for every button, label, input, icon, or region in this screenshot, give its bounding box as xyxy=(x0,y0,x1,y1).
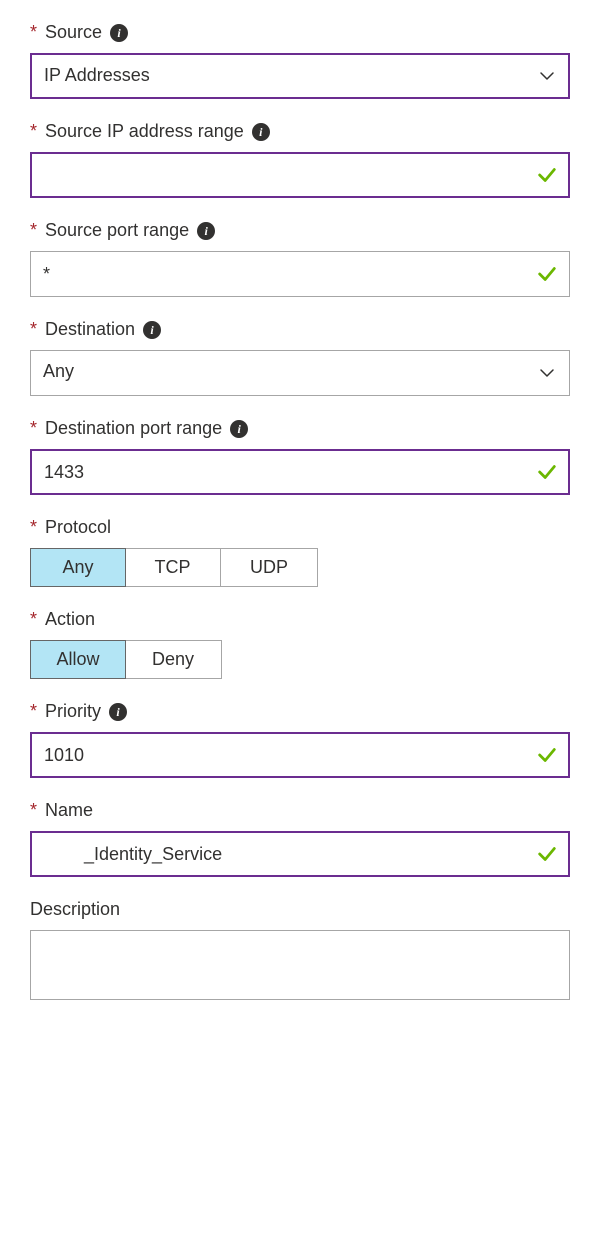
required-indicator: * xyxy=(30,609,37,630)
required-indicator: * xyxy=(30,418,37,439)
label-row: * Priority i xyxy=(30,701,570,722)
label-row: * Source i xyxy=(30,22,570,43)
field-destination-port-range: * Destination port range i xyxy=(30,418,570,495)
label-action: Action xyxy=(45,609,95,630)
required-indicator: * xyxy=(30,319,37,340)
protocol-option-tcp[interactable]: TCP xyxy=(125,549,221,586)
label-source-port-range: Source port range xyxy=(45,220,189,241)
label-name: Name xyxy=(45,800,93,821)
info-icon[interactable]: i xyxy=(109,703,127,721)
action-option-allow[interactable]: Allow xyxy=(30,640,126,679)
label-source-ip-range: Source IP address range xyxy=(45,121,244,142)
info-icon[interactable]: i xyxy=(252,123,270,141)
name-wrapper xyxy=(30,831,570,877)
destination-select-value: Any xyxy=(43,361,74,381)
protocol-option-udp[interactable]: UDP xyxy=(221,549,317,586)
field-protocol: * Protocol Any TCP UDP xyxy=(30,517,570,587)
priority-wrapper xyxy=(30,732,570,778)
label-row: * Destination i xyxy=(30,319,570,340)
label-row: * Destination port range i xyxy=(30,418,570,439)
field-source-port-range: * Source port range i xyxy=(30,220,570,297)
label-description: Description xyxy=(30,899,120,920)
required-indicator: * xyxy=(30,220,37,241)
description-input[interactable] xyxy=(30,930,570,1000)
source-select-value: IP Addresses xyxy=(44,65,150,85)
label-row: * Name xyxy=(30,800,570,821)
field-priority: * Priority i xyxy=(30,701,570,778)
label-priority: Priority xyxy=(45,701,101,722)
priority-input[interactable] xyxy=(30,732,570,778)
label-destination: Destination xyxy=(45,319,135,340)
source-select[interactable]: IP Addresses xyxy=(30,53,570,99)
name-input[interactable] xyxy=(30,831,570,877)
label-row: * Action xyxy=(30,609,570,630)
source-port-range-wrapper xyxy=(30,251,570,297)
required-indicator: * xyxy=(30,22,37,43)
action-option-deny[interactable]: Deny xyxy=(125,641,221,678)
required-indicator: * xyxy=(30,121,37,142)
source-port-range-input[interactable] xyxy=(30,251,570,297)
label-row: Description xyxy=(30,899,570,920)
destination-port-range-wrapper xyxy=(30,449,570,495)
description-wrapper xyxy=(30,930,570,1005)
label-row: * Source IP address range i xyxy=(30,121,570,142)
action-segmented: Allow Deny xyxy=(30,640,222,679)
destination-select[interactable]: Any xyxy=(30,350,570,396)
label-row: * Source port range i xyxy=(30,220,570,241)
destination-port-range-input[interactable] xyxy=(30,449,570,495)
info-icon[interactable]: i xyxy=(110,24,128,42)
field-source: * Source i IP Addresses xyxy=(30,22,570,99)
label-row: * Protocol xyxy=(30,517,570,538)
info-icon[interactable]: i xyxy=(197,222,215,240)
label-destination-port-range: Destination port range xyxy=(45,418,222,439)
source-ip-range-input[interactable] xyxy=(30,152,570,198)
required-indicator: * xyxy=(30,800,37,821)
source-ip-range-wrapper xyxy=(30,152,570,198)
field-description: Description xyxy=(30,899,570,1005)
required-indicator: * xyxy=(30,517,37,538)
info-icon[interactable]: i xyxy=(230,420,248,438)
info-icon[interactable]: i xyxy=(143,321,161,339)
field-action: * Action Allow Deny xyxy=(30,609,570,679)
required-indicator: * xyxy=(30,701,37,722)
field-name: * Name xyxy=(30,800,570,877)
protocol-option-any[interactable]: Any xyxy=(30,548,126,587)
source-select-wrapper: IP Addresses xyxy=(30,53,570,99)
field-destination: * Destination i Any xyxy=(30,319,570,396)
label-source: Source xyxy=(45,22,102,43)
destination-select-wrapper: Any xyxy=(30,350,570,396)
protocol-segmented: Any TCP UDP xyxy=(30,548,318,587)
field-source-ip-range: * Source IP address range i xyxy=(30,121,570,198)
label-protocol: Protocol xyxy=(45,517,111,538)
